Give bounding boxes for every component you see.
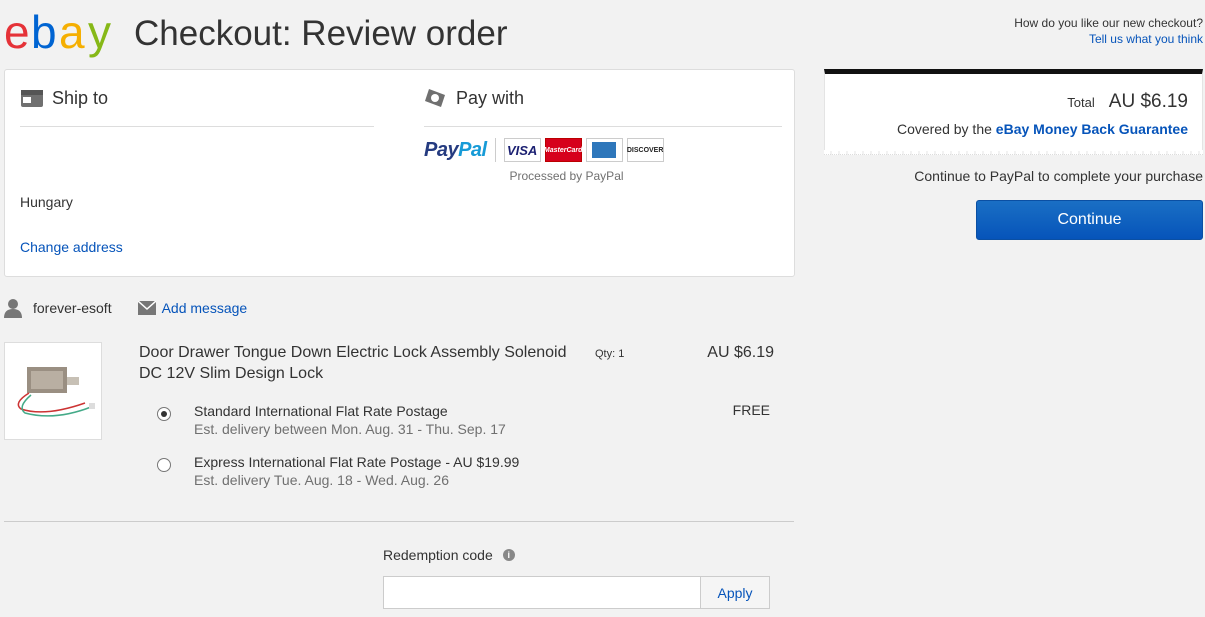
redemption-code-input[interactable] — [383, 576, 701, 609]
apply-button[interactable]: Apply — [700, 576, 770, 609]
paypal-logo: PayPal — [424, 138, 487, 161]
item-title[interactable]: Door Drawer Tongue Down Electric Lock As… — [139, 342, 579, 384]
envelope-icon — [137, 301, 156, 315]
section-divider — [4, 521, 794, 522]
feedback-link[interactable]: Tell us what you think — [1089, 32, 1203, 46]
total-row: Total AU $6.19 — [1067, 91, 1188, 113]
seller-name[interactable]: forever-esoft — [33, 300, 112, 316]
shipping-option-standard[interactable]: Standard International Flat Rate Postage… — [157, 402, 506, 438]
logo-letter-e: e — [4, 8, 28, 58]
wallet-icon — [425, 89, 445, 107]
shipping-box-icon — [21, 90, 43, 107]
pay-with-heading: Pay with — [456, 87, 525, 108]
amex-card-icon — [585, 138, 623, 162]
shipping-option-estimate: Est. delivery between Mon. Aug. 31 - Thu… — [194, 421, 506, 437]
mastercard-icon: MasterCard — [544, 138, 582, 162]
page-title: Checkout: Review order — [134, 14, 508, 53]
item-price: AU $6.19 — [707, 344, 774, 361]
order-summary: Total AU $6.19 Covered by the eBay Money… — [824, 69, 1203, 155]
ship-country: Hungary — [20, 194, 73, 210]
pay-with-header: Pay with — [424, 70, 782, 127]
feedback-box: How do you like our new checkout? Tell u… — [1014, 15, 1203, 47]
card-logos: VISA MasterCard DISCOVER — [503, 138, 664, 162]
info-icon[interactable]: i — [502, 549, 515, 561]
shipping-payment-card: Ship to Hungary Change address Pay with … — [4, 69, 795, 277]
user-icon — [4, 299, 22, 318]
continue-button[interactable]: Continue — [976, 200, 1203, 240]
visa-card-icon: VISA — [503, 138, 541, 162]
money-back-guarantee-link[interactable]: eBay Money Back Guarantee — [996, 121, 1188, 137]
change-address-link[interactable]: Change address — [20, 239, 123, 255]
pay-with-section: Pay with PayPal VISA MasterCard DISCOVER… — [424, 70, 782, 183]
total-value: AU $6.19 — [1108, 91, 1188, 112]
item-quantity: Qty: 1 — [595, 348, 625, 360]
ship-to-section: Ship to — [20, 70, 374, 127]
shipping-option-express[interactable]: Express International Flat Rate Postage … — [157, 453, 519, 489]
redemption-code-label: Redemption code i — [383, 547, 515, 563]
item-image[interactable] — [4, 342, 102, 440]
shipping-option-name: Standard International Flat Rate Postage — [194, 403, 448, 419]
shipping-option-price: FREE — [732, 402, 770, 418]
ebay-logo[interactable]: e b a y — [4, 8, 122, 60]
radio-express-shipping[interactable] — [157, 458, 171, 472]
continue-instructions: Continue to PayPal to complete your purc… — [914, 168, 1203, 184]
logo-letter-b: b — [31, 8, 55, 58]
logo-letter-y: y — [88, 8, 111, 58]
add-message-link[interactable]: Add message — [162, 300, 248, 316]
ship-to-header: Ship to — [20, 70, 374, 127]
money-back-guarantee: Covered by the eBay Money Back Guarantee — [896, 121, 1188, 137]
ship-to-heading: Ship to — [52, 87, 109, 108]
seller-row: forever-esoft Add message — [4, 298, 247, 318]
total-label: Total — [1067, 95, 1095, 110]
processed-by-text: Processed by PayPal — [509, 169, 624, 183]
shipping-option-name: Express International Flat Rate Postage … — [194, 454, 520, 470]
radio-standard-shipping[interactable] — [157, 407, 171, 421]
logo-letter-a: a — [59, 8, 85, 58]
payment-methods: PayPal VISA MasterCard DISCOVER — [424, 138, 664, 162]
logo-divider — [494, 138, 496, 162]
discover-card-icon: DISCOVER — [626, 138, 664, 162]
feedback-question: How do you like our new checkout? — [1014, 16, 1203, 30]
solenoid-lock-image — [17, 367, 95, 417]
shipping-option-estimate: Est. delivery Tue. Aug. 18 - Wed. Aug. 2… — [194, 472, 450, 488]
